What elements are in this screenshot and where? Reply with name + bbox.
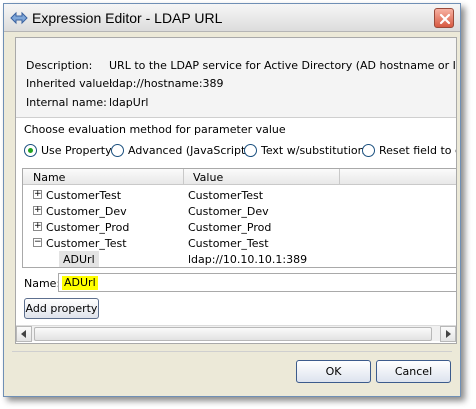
divider [12, 351, 452, 352]
tree-row-value: Customer_Dev [188, 205, 269, 218]
tree-row-name: Customer_Test [46, 237, 127, 250]
dialog-title: Expression Editor - LDAP URL [32, 10, 223, 26]
expand-icon[interactable]: + [33, 222, 42, 231]
tree-row-value: Customer_Prod [188, 221, 272, 234]
tree-row-name: CustomerTest [46, 189, 122, 202]
column-header-value[interactable]: Value [193, 171, 223, 184]
cancel-button[interactable]: Cancel [376, 360, 451, 383]
scroll-right-button[interactable] [440, 326, 456, 342]
expand-icon[interactable]: + [33, 190, 42, 199]
scroll-left-button[interactable] [16, 326, 32, 342]
horizontal-scrollbar[interactable] [16, 325, 456, 342]
scrollbar-thumb[interactable] [34, 327, 432, 341]
name-input[interactable]: ADUrl [58, 273, 456, 292]
property-tree[interactable]: Name Value + CustomerTest CustomerTest +… [22, 168, 456, 268]
chevron-left-icon [21, 330, 26, 338]
description-value: URL to the LDAP service for Active Direc… [109, 59, 456, 72]
inherited-value: ldap://hostname:389 [109, 77, 224, 90]
parameter-info: Description: URL to the LDAP service for… [16, 38, 456, 118]
title-bar[interactable]: Expression Editor - LDAP URL [4, 4, 460, 32]
column-header-name[interactable]: Name [33, 171, 65, 184]
expression-editor-dialog: Expression Editor - LDAP URL Description… [3, 3, 461, 397]
chevron-right-icon [446, 330, 451, 338]
tree-row-value: Customer_Test [188, 237, 269, 250]
name-input-value: ADUrl [62, 276, 98, 290]
tree-row[interactable]: + CustomerTest CustomerTest [23, 187, 456, 203]
editor-panel: Description: URL to the LDAP service for… [15, 37, 457, 344]
tree-row[interactable]: + Customer_Prod Customer_Prod [23, 219, 456, 235]
radio-selected-icon [24, 144, 37, 157]
close-icon [439, 13, 451, 25]
expand-icon[interactable]: + [33, 206, 42, 215]
radio-icon [362, 144, 375, 157]
tree-row-value: ldap://10.10.10.1:389 [188, 253, 308, 266]
tree-row-selected[interactable]: ADUrl ldap://10.10.10.1:389 [23, 251, 456, 267]
internal-name-value: ldapUrl [109, 96, 149, 109]
radio-icon [111, 144, 124, 157]
tree-row[interactable]: − Customer_Test Customer_Test [23, 235, 456, 251]
collapse-icon[interactable]: − [33, 238, 42, 247]
tree-row[interactable]: + Customer_Dev Customer_Dev [23, 203, 456, 219]
expression-editor-icon [10, 11, 28, 25]
tree-row-name: Customer_Prod [46, 221, 130, 234]
name-field-label: Name: [24, 277, 61, 290]
tree-row-value: CustomerTest [188, 189, 264, 202]
add-property-button[interactable]: Add property [24, 298, 99, 319]
ok-button[interactable]: OK [296, 360, 371, 383]
evaluation-method-prompt: Choose evaluation method for parameter v… [24, 123, 286, 136]
tree-row-name: ADUrl [59, 251, 99, 267]
tree-row-name: Customer_Dev [46, 205, 127, 218]
close-button[interactable] [434, 8, 454, 28]
description-label: Description: [26, 59, 93, 72]
tree-header: Name Value [23, 169, 456, 185]
internal-name-label: Internal name: [26, 96, 107, 109]
inherited-value-label: Inherited value: [26, 77, 113, 90]
radio-icon [244, 144, 257, 157]
